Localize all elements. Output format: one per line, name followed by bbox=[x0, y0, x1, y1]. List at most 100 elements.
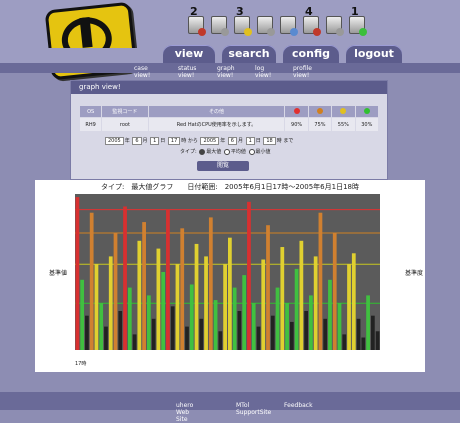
footer-link-1[interactable]: MTol SupportSite bbox=[236, 402, 271, 416]
bar-53 bbox=[328, 279, 332, 350]
bar-11 bbox=[127, 287, 132, 350]
bar-3 bbox=[89, 212, 94, 350]
hour-from[interactable]: 17 bbox=[167, 137, 181, 145]
th-red bbox=[284, 105, 309, 118]
footer-link-2[interactable]: Feedback bbox=[284, 402, 313, 409]
td-red: 90% bbox=[284, 117, 309, 132]
end-label: まで bbox=[283, 138, 294, 144]
bar-59 bbox=[356, 318, 361, 350]
subnav-0[interactable]: case view! bbox=[134, 65, 150, 79]
bar-32 bbox=[228, 237, 232, 350]
bar-17 bbox=[156, 248, 161, 350]
subnav-3[interactable]: log view! bbox=[255, 65, 271, 79]
radio-max[interactable] bbox=[199, 148, 206, 155]
bar-55 bbox=[337, 303, 342, 350]
bar-44 bbox=[285, 303, 289, 350]
red-alert-icon-2[interactable] bbox=[303, 16, 321, 36]
bar-46 bbox=[294, 268, 299, 350]
bar-13 bbox=[137, 240, 142, 350]
bar-48 bbox=[304, 311, 309, 350]
tab-search[interactable]: search bbox=[222, 45, 276, 63]
bar-4 bbox=[94, 264, 99, 350]
radio-avg[interactable] bbox=[223, 148, 230, 155]
yellow-alert-icon[interactable] bbox=[234, 16, 252, 36]
month-from[interactable]: 6 bbox=[132, 137, 142, 145]
th-yellow bbox=[331, 105, 356, 118]
th-green bbox=[354, 105, 380, 118]
bar-30 bbox=[218, 331, 223, 350]
subnav-2[interactable]: graph view! bbox=[217, 65, 235, 79]
hour-to[interactable]: 18 bbox=[263, 137, 276, 145]
chart-title: タイプ: 最大値グラフ 日付範囲: 2005年6月1日17時～2005年6月1日… bbox=[101, 182, 359, 191]
bar-23 bbox=[185, 326, 189, 350]
bar-41 bbox=[270, 315, 275, 350]
bar-7 bbox=[108, 256, 113, 350]
bar-43 bbox=[280, 247, 285, 350]
year-to[interactable]: 2005 bbox=[200, 137, 220, 145]
year-from[interactable]: 2005 bbox=[105, 137, 124, 145]
red-alert-icon[interactable] bbox=[188, 16, 206, 36]
bar-38 bbox=[256, 326, 261, 350]
td-green: 30% bbox=[354, 117, 380, 132]
day-to[interactable]: 1 bbox=[245, 137, 255, 145]
bar-45 bbox=[289, 321, 294, 350]
bar-57 bbox=[347, 264, 351, 350]
y-label-left: 基準値 bbox=[49, 269, 67, 277]
to-label: から bbox=[187, 138, 198, 144]
bar-12 bbox=[132, 334, 137, 350]
green-alert-icon[interactable] bbox=[349, 16, 367, 36]
bar-62 bbox=[370, 315, 375, 350]
bar-54 bbox=[332, 233, 337, 350]
day-from[interactable]: 1 bbox=[150, 137, 160, 145]
bar-19 bbox=[166, 209, 170, 350]
bar-47 bbox=[299, 240, 304, 350]
subnav-1[interactable]: status view! bbox=[178, 65, 196, 79]
radio-avg-label: 平均値 bbox=[230, 149, 246, 155]
td-yellow: 55% bbox=[331, 117, 356, 132]
gray-status-icon[interactable] bbox=[211, 16, 229, 36]
td-orange: 75% bbox=[307, 117, 333, 132]
bar-56 bbox=[342, 334, 347, 350]
month-to[interactable]: 6 bbox=[227, 137, 237, 145]
subnav-4[interactable]: profile view! bbox=[293, 65, 312, 79]
bar-25 bbox=[194, 243, 199, 350]
bar-2 bbox=[85, 315, 89, 350]
show-button[interactable]: 閲覧 bbox=[197, 161, 249, 171]
tab-view[interactable]: view bbox=[163, 45, 215, 63]
bar-40 bbox=[266, 225, 270, 350]
th-orange bbox=[307, 105, 333, 118]
footer-link-0[interactable]: uhero Web Site bbox=[176, 402, 193, 423]
tab-logout[interactable]: logout bbox=[346, 45, 402, 63]
bar-52 bbox=[323, 318, 328, 350]
chart-area: タイプ: 最大値グラフ 日付範囲: 2005年6月1日17時～2005年6月1日… bbox=[35, 180, 425, 372]
bar-21 bbox=[175, 264, 180, 350]
bar-49 bbox=[309, 295, 313, 350]
bar-26 bbox=[199, 318, 204, 350]
type-radios: タイプ: 最大値 平均値 最小値 bbox=[180, 148, 271, 155]
radio-min-label: 最小値 bbox=[255, 149, 271, 155]
tab-config[interactable]: config bbox=[283, 45, 339, 63]
bar-39 bbox=[261, 259, 266, 350]
gray-status-icon-3[interactable] bbox=[326, 16, 344, 36]
bar-8 bbox=[113, 233, 118, 350]
x-label: 17時 bbox=[75, 361, 86, 367]
bar-1 bbox=[80, 279, 85, 350]
bar-61 bbox=[366, 295, 370, 350]
radio-max-label: 最大値 bbox=[206, 149, 222, 155]
monitor-icon[interactable] bbox=[280, 16, 298, 36]
bar-50 bbox=[313, 256, 318, 350]
bar-31 bbox=[223, 264, 227, 350]
td-desc: Red HatのCPU使用率を示します。 bbox=[147, 117, 286, 132]
bar-9 bbox=[118, 311, 123, 350]
bar-16 bbox=[151, 318, 156, 350]
bar-35 bbox=[242, 275, 247, 350]
radio-min[interactable] bbox=[248, 148, 255, 155]
gray-status-icon-2[interactable] bbox=[257, 16, 275, 36]
panel-title: graph view! bbox=[71, 81, 387, 94]
bar-51 bbox=[318, 212, 323, 350]
type-label: タイプ: bbox=[180, 149, 197, 155]
th-os: OS bbox=[78, 105, 103, 118]
bar-22 bbox=[180, 228, 185, 350]
bar-28 bbox=[208, 217, 213, 350]
bar-29 bbox=[213, 300, 218, 350]
